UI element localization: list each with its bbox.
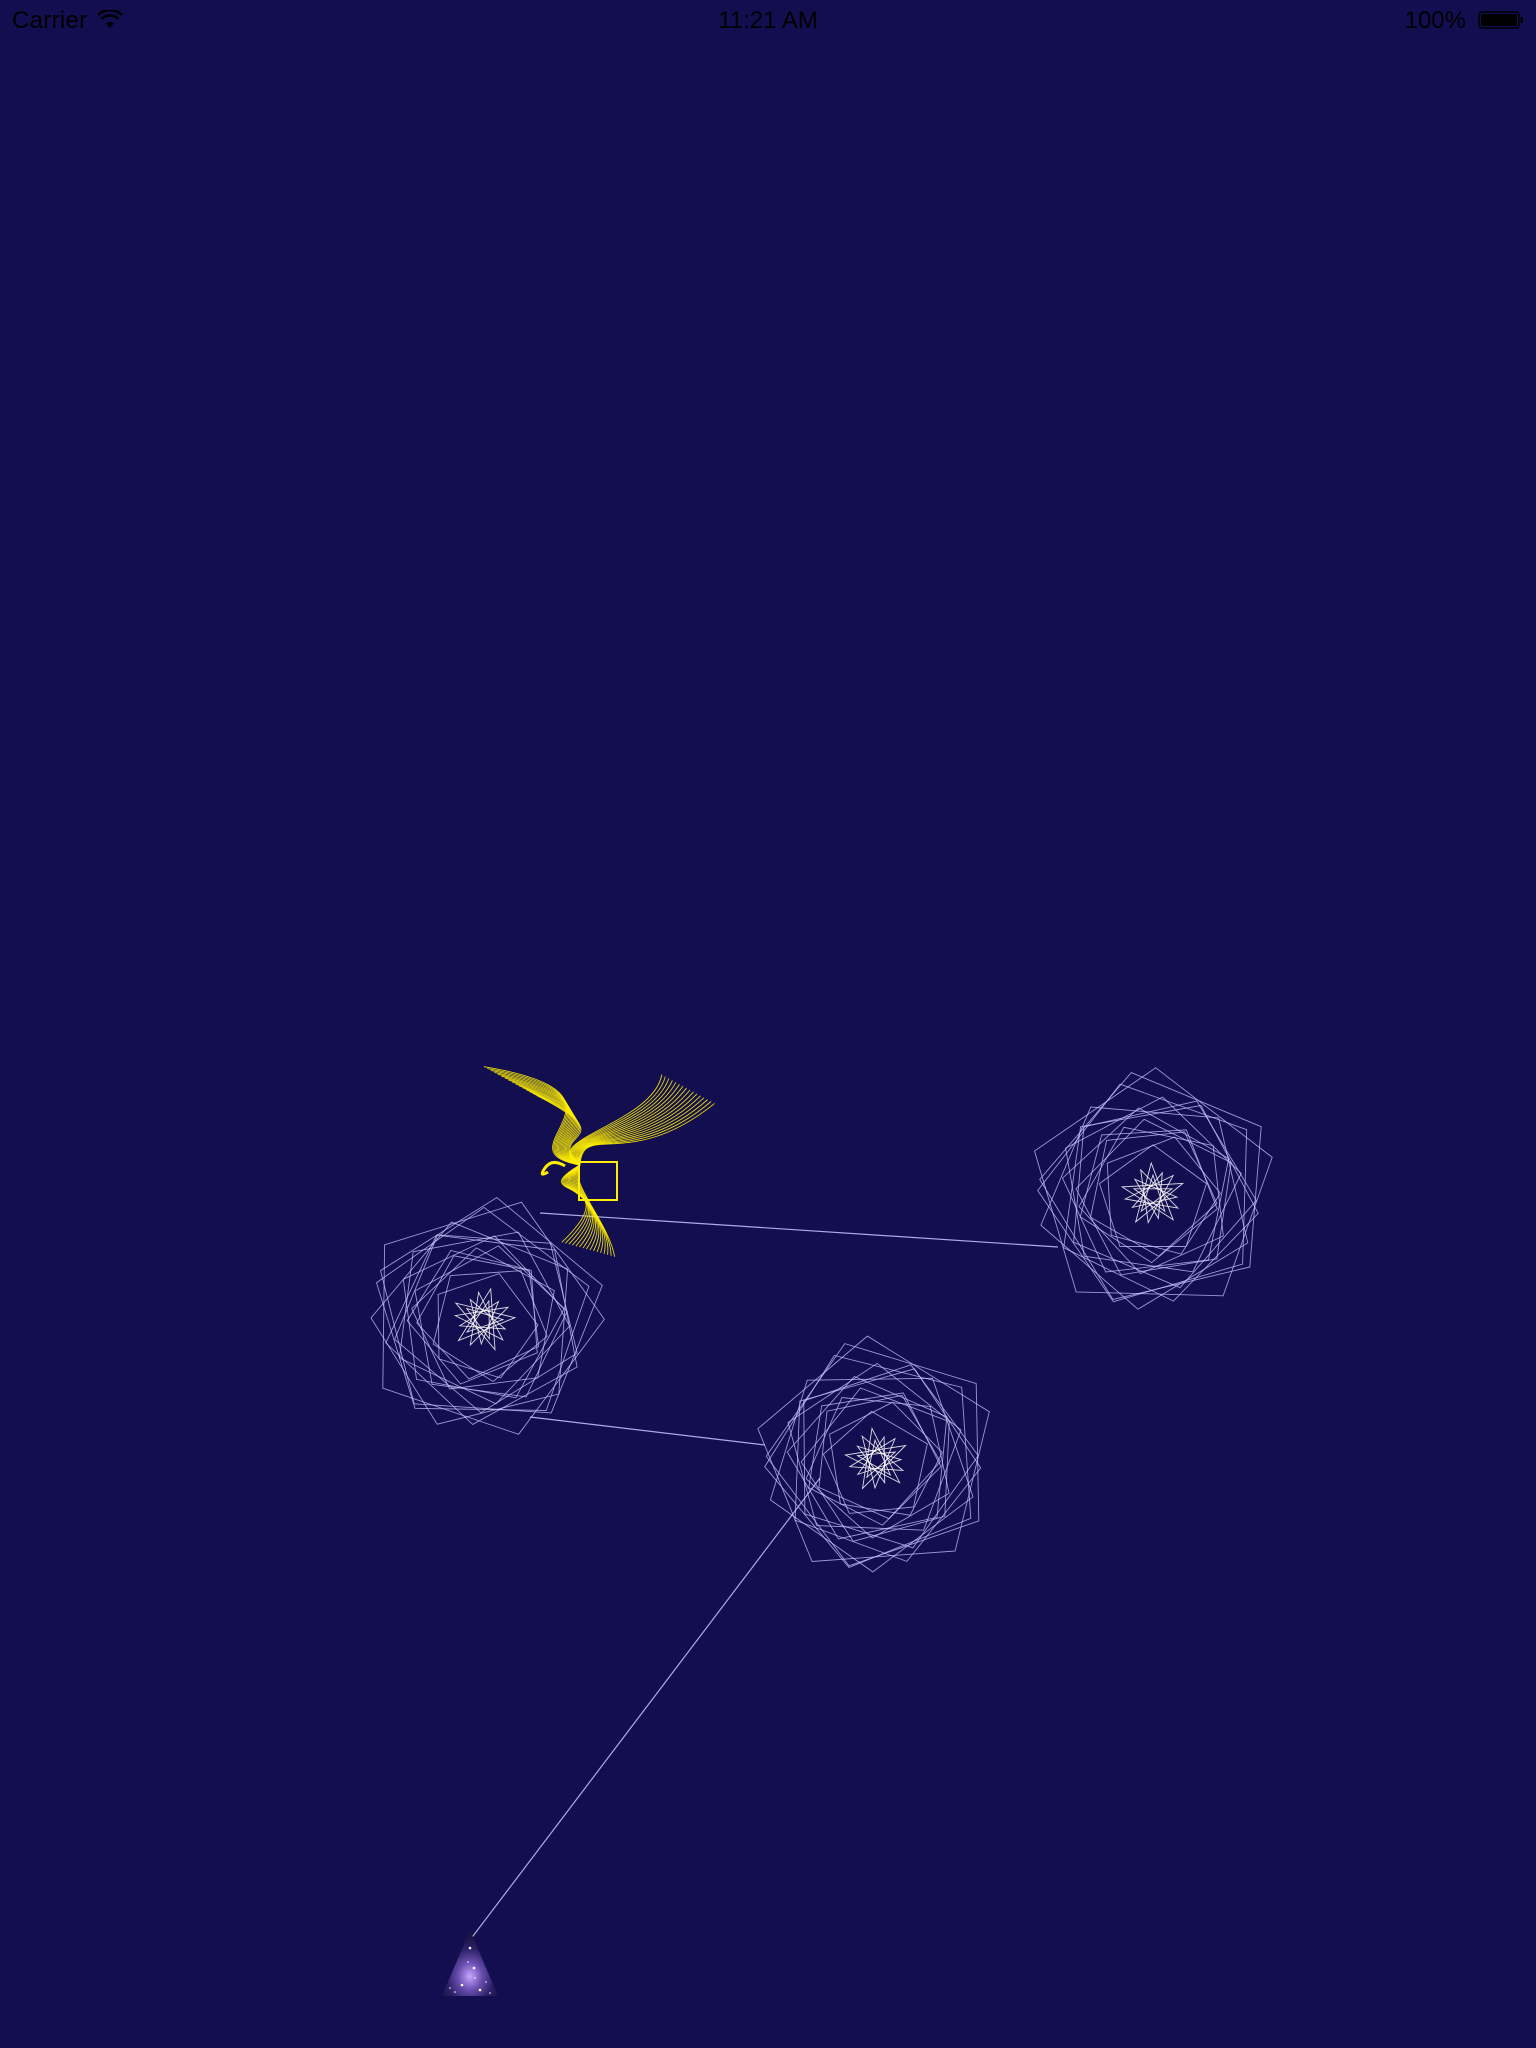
- star: [460, 1983, 464, 1987]
- pentagon-outline: [818, 1394, 941, 1520]
- flower-strand: [579, 1103, 715, 1166]
- flower-strand: [579, 1097, 705, 1166]
- pentagon-web[interactable]: [370, 1196, 605, 1435]
- star: [478, 1988, 482, 1992]
- star: [472, 1966, 476, 1970]
- web-core: [1123, 1168, 1180, 1225]
- star: [485, 1981, 487, 1983]
- connector-line: [529, 1416, 766, 1446]
- connector-line: [469, 1477, 821, 1941]
- star: [467, 1961, 469, 1963]
- flower-strand: [576, 1089, 691, 1166]
- star: [489, 1992, 491, 1994]
- flower-strand: [574, 1085, 684, 1166]
- pentagon-outline: [432, 1270, 548, 1383]
- flower-strand: [573, 1082, 677, 1166]
- pentagon-outline: [398, 1231, 571, 1405]
- battery-percent: 100%: [1404, 7, 1466, 34]
- star: [454, 1991, 456, 1993]
- flower-strand: [573, 1084, 680, 1166]
- playfield[interactable]: [0, 0, 1536, 2048]
- pentagon-web[interactable]: [1033, 1067, 1273, 1310]
- star: [468, 1946, 472, 1950]
- flower-strand: [572, 1080, 673, 1166]
- pentagon-outline: [794, 1368, 982, 1562]
- web-core: [1120, 1161, 1185, 1224]
- flower-strand: [579, 1099, 708, 1166]
- pentagon-outline: [822, 1410, 928, 1514]
- flower-hook: [540, 1161, 566, 1176]
- web-core: [454, 1287, 517, 1352]
- star: [474, 1977, 476, 1979]
- battery-icon: [1478, 11, 1523, 29]
- connector-line: [539, 1212, 1059, 1248]
- pentagon-outline: [1089, 1131, 1218, 1257]
- status-bar: Carrier 11:21 AM 100%: [0, 0, 1536, 40]
- clock: 11:21 AM: [718, 7, 818, 34]
- starry-triangle-icon[interactable]: [442, 1930, 498, 1996]
- pentagon-outline: [414, 1245, 568, 1398]
- pentagon-outline: [1079, 1129, 1218, 1264]
- pentagon-outline: [808, 1392, 942, 1526]
- flower-strand: [575, 1087, 687, 1166]
- pentagon-web[interactable]: [757, 1335, 990, 1573]
- pentagon-outline: [829, 1401, 943, 1516]
- star: [449, 1987, 451, 1989]
- connector-lines: [469, 1212, 1059, 1941]
- game-screen[interactable]: Carrier 11:21 AM 100%: [0, 0, 1536, 2048]
